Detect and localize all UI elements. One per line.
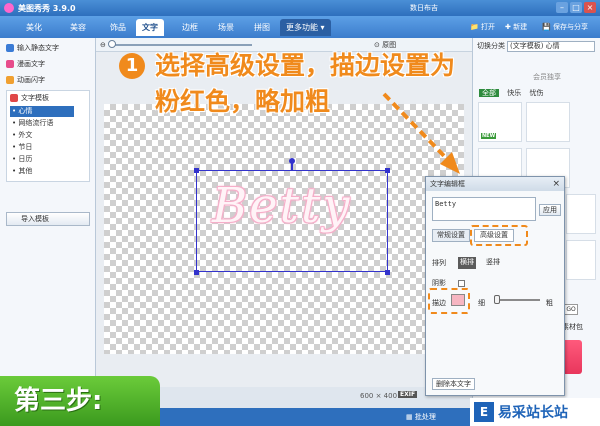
tab-more-label: 更多功能 bbox=[286, 23, 318, 32]
template-tile[interactable] bbox=[566, 240, 596, 280]
batch-process-button[interactable]: ▦ 批处理 bbox=[406, 410, 436, 424]
canvas-text[interactable]: Betty bbox=[212, 178, 351, 234]
template-item-holiday[interactable]: • 节日 bbox=[12, 142, 32, 153]
delete-text-button[interactable]: 删除本文字 bbox=[432, 378, 475, 390]
thin-label: 细 bbox=[478, 299, 485, 307]
template-tile[interactable] bbox=[526, 102, 570, 142]
members-tab[interactable]: 会员独享 bbox=[533, 72, 561, 82]
apply-button[interactable]: 应用 bbox=[539, 204, 561, 216]
static-text-label: 输入静态文字 bbox=[17, 44, 59, 52]
exif-badge[interactable]: EXIF bbox=[398, 391, 418, 398]
filter-happy[interactable]: 快乐 bbox=[507, 89, 521, 97]
resize-handle-tl[interactable] bbox=[194, 168, 199, 173]
watermark: E 易采站长站 bbox=[470, 398, 600, 426]
template-tile[interactable]: NEW bbox=[478, 102, 522, 142]
app-icon bbox=[4, 3, 14, 13]
static-text-icon bbox=[6, 44, 14, 52]
tab-scene[interactable]: 场景 bbox=[212, 19, 240, 36]
tab-border[interactable]: 边框 bbox=[176, 19, 204, 36]
template-tile[interactable] bbox=[566, 194, 596, 234]
dialog-title: 文字编辑框 bbox=[430, 180, 465, 188]
text-edit-dialog: 文字编辑框 × Betty 应用 常规设置 高级设置 排列 横排 竖排 阴影 描边… bbox=[425, 176, 565, 396]
tab-accessory[interactable]: 饰品 bbox=[104, 19, 132, 36]
open-label: 打开 bbox=[480, 23, 495, 31]
open-button[interactable]: 📁 打开 bbox=[470, 20, 495, 34]
main-toolbar: 美化 美容 饰品 文字 边框 场景 拼图 更多功能 ▾ 📁 打开 ✚ 新建 💾 … bbox=[0, 16, 600, 38]
switch-category-label: 切换分类 bbox=[477, 42, 505, 50]
tab-beauty[interactable]: 美容 bbox=[64, 19, 92, 36]
user-name[interactable]: 数日布吉 bbox=[410, 3, 438, 13]
template-item-foreign[interactable]: • 外文 bbox=[12, 130, 32, 141]
text-input[interactable]: Betty bbox=[432, 197, 536, 221]
template-item-other-label: 其他 bbox=[18, 167, 33, 175]
category-select[interactable]: (文字模板) 心情 bbox=[507, 41, 595, 52]
save-share-button[interactable]: 💾 保存与分享 bbox=[542, 20, 588, 34]
template-item-other[interactable]: • 其他 bbox=[12, 166, 32, 177]
template-item-calendar[interactable]: • 日历 bbox=[12, 154, 32, 165]
flash-text-item[interactable]: 动画闪字 bbox=[6, 74, 45, 86]
save-share-label: 保存与分享 bbox=[552, 23, 588, 31]
shadow-checkbox[interactable] bbox=[458, 280, 465, 287]
title-bar: 美图秀秀 3.9.0 数日布吉 – □ × bbox=[0, 0, 600, 16]
annotation-line-1: 选择高级设置，描边设置为 bbox=[155, 51, 456, 80]
tab-collage[interactable]: 拼图 bbox=[248, 19, 276, 36]
close-icon[interactable]: × bbox=[584, 2, 596, 13]
annotation-arrow-icon bbox=[382, 92, 460, 174]
tab-more-features[interactable]: 更多功能 ▾ bbox=[280, 19, 331, 36]
step-banner: 第三步: bbox=[0, 376, 160, 426]
minimize-icon[interactable]: – bbox=[556, 2, 568, 13]
template-header[interactable]: 文字模板 bbox=[10, 92, 49, 104]
app-title: 美图秀秀 3.9.0 bbox=[18, 3, 76, 13]
template-item-foreign-label: 外文 bbox=[18, 131, 33, 139]
canvas-size: 600 × 400 bbox=[360, 392, 398, 400]
resize-handle-br[interactable] bbox=[385, 270, 390, 275]
vertical-button[interactable]: 竖排 bbox=[484, 257, 502, 269]
template-item-mood[interactable]: • 心情 bbox=[10, 106, 74, 117]
flash-text-icon bbox=[6, 76, 14, 84]
watermark-text: 易采站长站 bbox=[498, 405, 568, 421]
static-text-item[interactable]: 输入静态文字 bbox=[6, 42, 59, 54]
tab-beautify[interactable]: 美化 bbox=[20, 19, 48, 36]
zoom-out-icon[interactable]: ⊖ bbox=[100, 40, 106, 50]
template-item-internet[interactable]: • 网络流行语 bbox=[12, 118, 53, 129]
comic-text-item[interactable]: 漫画文字 bbox=[6, 58, 45, 70]
go-button[interactable]: GO bbox=[564, 304, 578, 315]
flash-text-label: 动画闪字 bbox=[17, 76, 45, 84]
stroke-width-knob[interactable] bbox=[494, 295, 500, 304]
template-header-label: 文字模板 bbox=[21, 94, 49, 102]
template-item-mood-label: 心情 bbox=[18, 107, 33, 115]
material-pack-button[interactable]: 素材包 bbox=[562, 322, 583, 332]
new-label: 新建 bbox=[513, 23, 528, 31]
batch-label: 批处理 bbox=[414, 413, 436, 421]
comic-text-icon bbox=[6, 60, 14, 68]
stroke-width-slider[interactable] bbox=[494, 299, 540, 301]
comic-text-label: 漫画文字 bbox=[17, 60, 45, 68]
zoom-slider-knob[interactable] bbox=[108, 40, 116, 48]
thick-label: 粗 bbox=[546, 299, 553, 307]
new-button[interactable]: ✚ 新建 bbox=[505, 20, 527, 34]
annotation-line-2: 粉红色，略加粗 bbox=[155, 87, 331, 116]
highlight-stroke-color bbox=[428, 288, 470, 314]
highlight-advanced-settings bbox=[470, 225, 528, 246]
filter-all[interactable]: 全部 bbox=[479, 89, 499, 97]
rotate-handle[interactable] bbox=[289, 158, 295, 164]
watermark-logo-icon: E bbox=[474, 402, 494, 422]
template-item-holiday-label: 节日 bbox=[18, 143, 33, 151]
import-template-button[interactable]: 导入模板 bbox=[6, 212, 90, 226]
template-icon bbox=[10, 94, 18, 102]
filter-sad[interactable]: 忧伤 bbox=[529, 89, 543, 97]
dialog-close-icon[interactable]: × bbox=[552, 179, 560, 189]
template-filter-tabs: 全部 快乐 忧伤 bbox=[479, 88, 549, 98]
resize-handle-bl[interactable] bbox=[194, 270, 199, 275]
step-number-badge: 1 bbox=[119, 53, 145, 79]
arrange-label: 排列 bbox=[432, 259, 446, 267]
tab-normal-settings[interactable]: 常规设置 bbox=[432, 229, 470, 242]
maximize-icon[interactable]: □ bbox=[570, 2, 582, 13]
new-badge: NEW bbox=[481, 133, 497, 139]
horizontal-button[interactable]: 横排 bbox=[458, 257, 476, 269]
template-item-calendar-label: 日历 bbox=[18, 155, 33, 163]
tab-text[interactable]: 文字 bbox=[136, 19, 164, 36]
template-item-internet-label: 网络流行语 bbox=[18, 119, 54, 127]
